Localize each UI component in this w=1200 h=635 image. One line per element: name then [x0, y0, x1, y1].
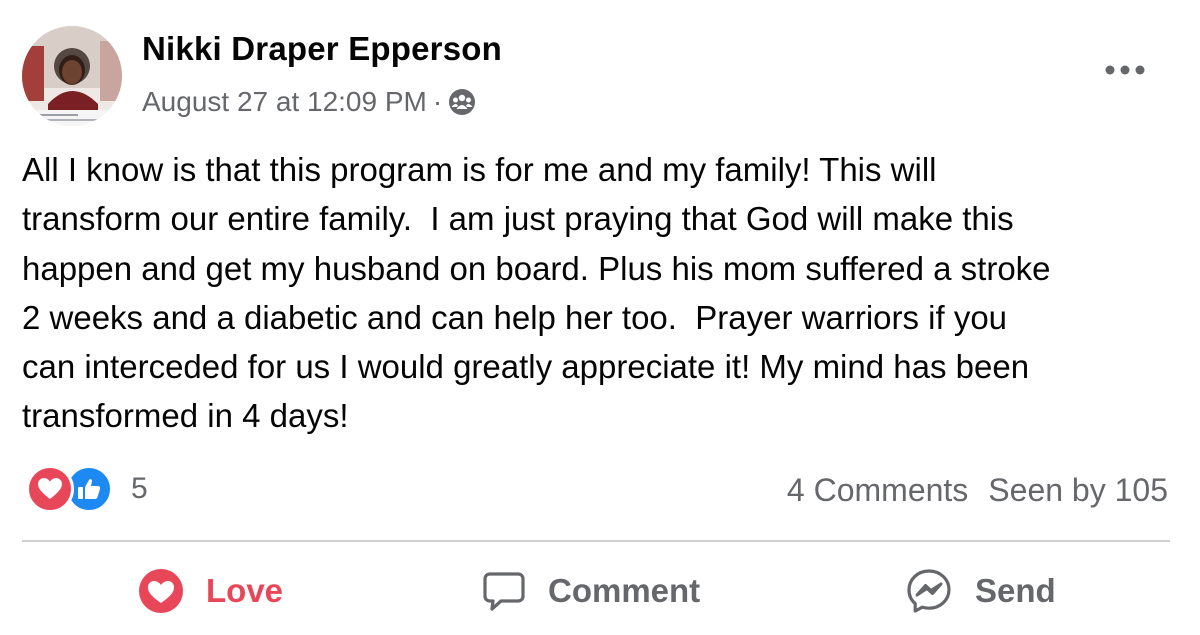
comment-label: Comment: [548, 572, 701, 609]
meta-separator: ·: [432, 86, 443, 117]
messenger-icon: [907, 569, 951, 613]
comment-button[interactable]: Comment: [482, 562, 700, 620]
seen-by-link[interactable]: Seen by 105: [988, 472, 1168, 509]
comment-icon: [483, 572, 525, 611]
more-options-icon: [1105, 65, 1145, 75]
comments-count-link[interactable]: 4 Comments: [787, 472, 968, 509]
love-label: Love: [206, 572, 284, 609]
more-options-button[interactable]: [1098, 52, 1152, 88]
group-audience-icon[interactable]: [448, 88, 476, 116]
love-button[interactable]: Love: [138, 562, 283, 620]
reaction-count: 5: [131, 472, 148, 505]
send-label: Send: [975, 572, 1056, 609]
post-stats: 4 Comments Seen by 105: [787, 468, 1168, 512]
send-button[interactable]: Send: [905, 562, 1056, 620]
author-avatar[interactable]: [22, 26, 122, 126]
divider: [22, 540, 1170, 542]
post-text: All I know is that this program is for m…: [22, 151, 1051, 435]
love-reaction-icon: [26, 465, 74, 513]
post-meta: August 27 at 12:09 PM ·: [142, 84, 476, 120]
author-name[interactable]: Nikki Draper Epperson: [142, 30, 502, 68]
avatar-photo: [22, 26, 122, 126]
post-timestamp[interactable]: August 27 at 12:09 PM: [142, 86, 427, 118]
post-card: Nikki Draper Epperson August 27 at 12:09…: [0, 0, 1200, 635]
reactions-summary[interactable]: 5: [26, 465, 148, 513]
love-icon: [139, 569, 183, 613]
